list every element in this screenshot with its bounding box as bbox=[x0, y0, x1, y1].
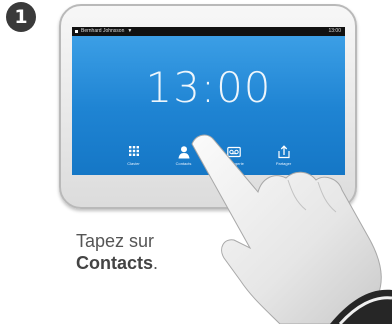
clock-display: 13:00 bbox=[145, 63, 272, 112]
step-number-badge: 1 bbox=[6, 2, 36, 32]
caption-line-2: Contacts. bbox=[76, 252, 158, 274]
status-bar: Bernhard Johnsson ▼ 13:00 bbox=[72, 27, 345, 36]
chevron-down-icon: ▼ bbox=[127, 28, 133, 34]
user-name: Bernhard Johnsson bbox=[81, 28, 125, 34]
pointing-hand-icon bbox=[191, 134, 392, 324]
instruction-caption: Tapez sur Contacts. bbox=[76, 230, 158, 274]
dock-item-keypad[interactable]: Clavier bbox=[116, 145, 152, 171]
caption-line-1: Tapez sur bbox=[76, 231, 155, 251]
user-menu[interactable]: Bernhard Johnsson ▼ bbox=[81, 27, 132, 36]
caption-suffix: . bbox=[153, 253, 159, 273]
status-right-text: 13:00 bbox=[328, 28, 341, 34]
dock-label: Clavier bbox=[127, 161, 140, 166]
keypad-icon bbox=[128, 146, 139, 156]
caption-emphasis: Contacts bbox=[76, 253, 154, 273]
status-indicator-icon bbox=[75, 30, 78, 33]
